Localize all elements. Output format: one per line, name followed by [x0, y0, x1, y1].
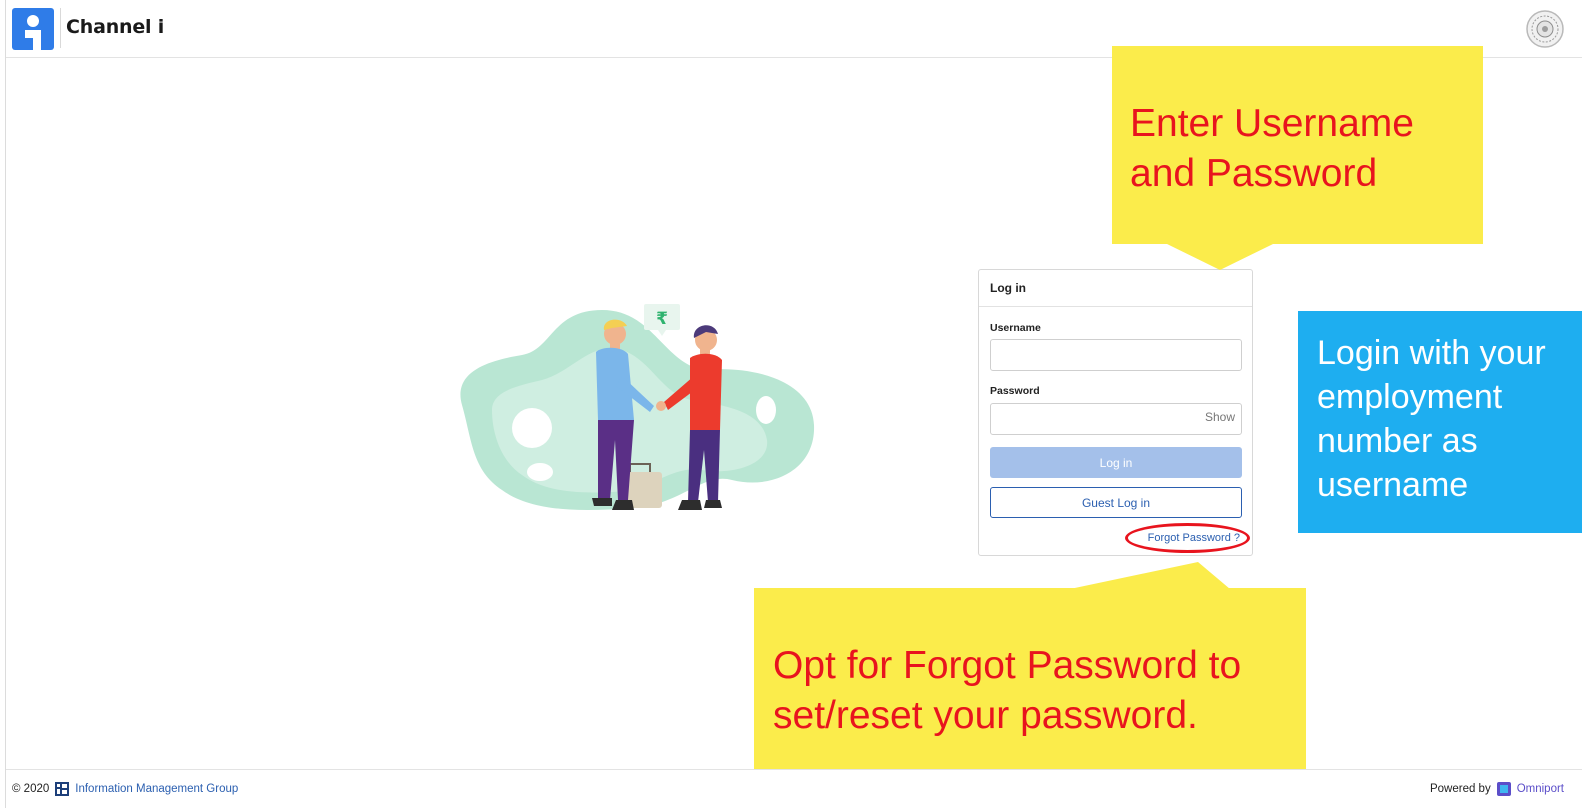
page-footer: © 2020 Information Management Group Powe… — [6, 769, 1582, 808]
annotation-employment-number: Login with your employment number as use… — [1298, 311, 1582, 533]
password-label: Password — [990, 385, 1040, 397]
rupee-icon: ₹ — [656, 309, 668, 329]
header-divider — [60, 8, 61, 48]
login-card-title: Log in — [979, 270, 1252, 307]
forgot-password-link[interactable]: Forgot Password ? — [1148, 532, 1240, 544]
annotation-forgot-password: Opt for Forgot Password to set/reset you… — [754, 588, 1306, 786]
channel-i-logo-icon[interactable] — [12, 8, 54, 50]
annotation-top-text: Enter Username and Password — [1130, 102, 1414, 195]
copyright-text: © 2020 — [12, 783, 50, 795]
annotation-right-text: Login with your employment number as use… — [1317, 334, 1546, 504]
username-input[interactable] — [990, 339, 1242, 371]
footer-right: Powered by Omniport — [1430, 782, 1564, 796]
username-label: Username — [990, 322, 1041, 334]
annotation-username-password: Enter Username and Password — [1112, 46, 1483, 244]
login-card: Log in Username Password Show Log in Gue… — [978, 269, 1253, 556]
annotation-bottom-pointer — [1070, 562, 1230, 589]
app-title[interactable]: Channel i — [66, 16, 164, 38]
annotation-bottom-text: Opt for Forgot Password to set/reset you… — [773, 644, 1242, 737]
omniport-link[interactable]: Omniport — [1517, 783, 1564, 795]
omniport-logo-icon — [1496, 782, 1511, 796]
guest-login-button[interactable]: Guest Log in — [990, 487, 1242, 518]
login-button[interactable]: Log in — [990, 447, 1242, 478]
annotation-top-pointer — [1165, 243, 1275, 270]
footer-left: © 2020 Information Management Group — [12, 782, 238, 796]
handshake-illustration: ₹ — [460, 304, 815, 511]
page-left-border — [5, 0, 6, 808]
show-password-toggle[interactable]: Show — [1205, 410, 1235, 424]
powered-by-text: Powered by — [1429, 783, 1491, 795]
org-link[interactable]: Information Management Group — [75, 783, 238, 795]
institute-seal-icon — [1526, 10, 1564, 48]
img-logo-icon — [55, 782, 70, 796]
